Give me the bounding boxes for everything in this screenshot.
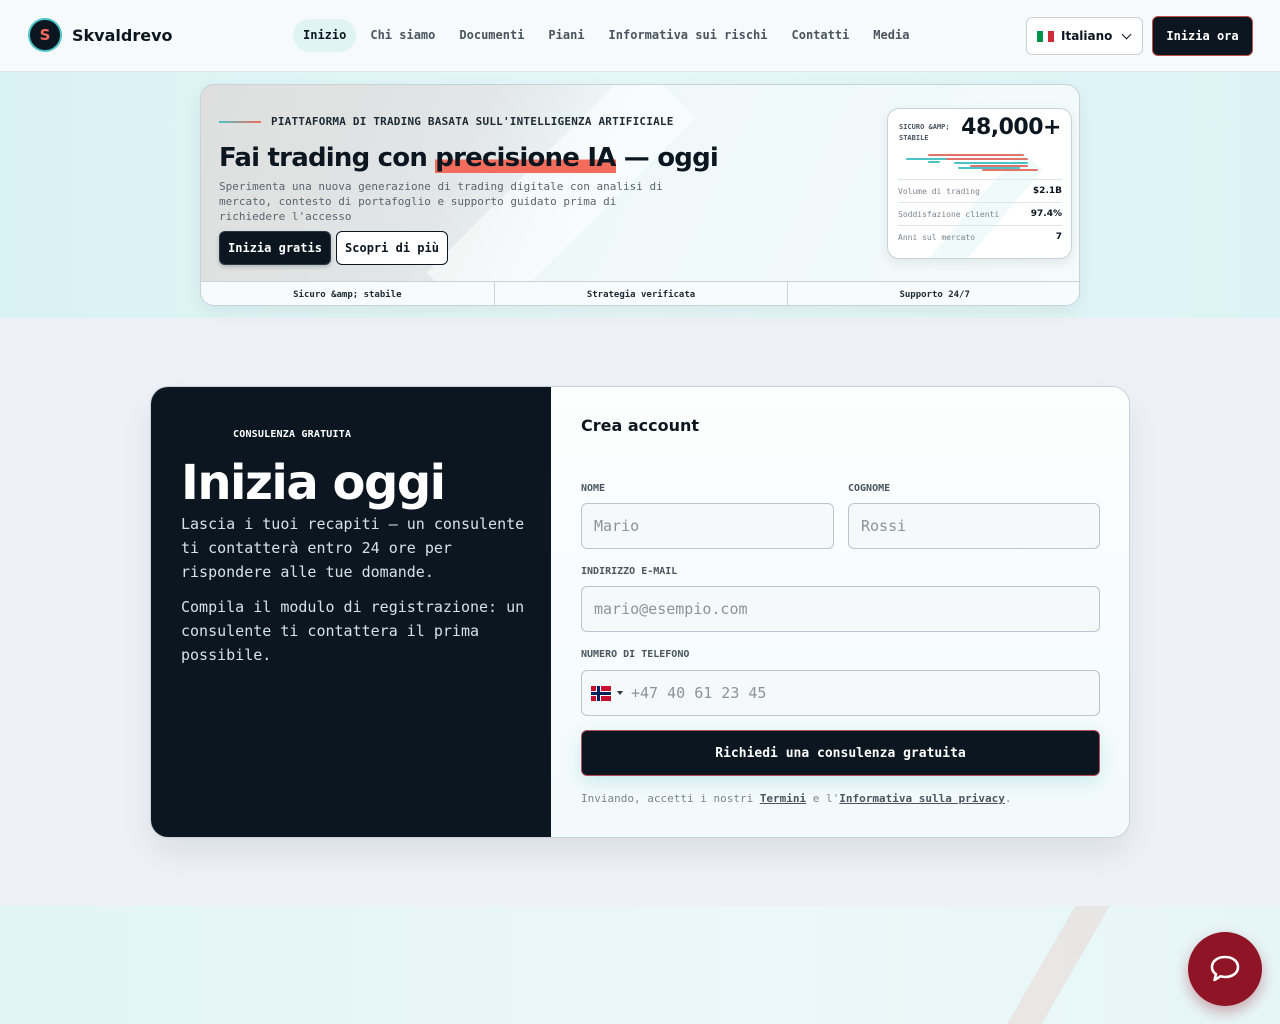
first-name-field[interactable]: [581, 503, 834, 549]
signup-lead-secondary: Compila il modulo di registrazione: un c…: [181, 598, 525, 664]
hero-title-highlight: precisione IA: [435, 143, 616, 173]
stat-key: Anni sul mercato: [898, 232, 976, 242]
chat-bubble-icon: [1210, 955, 1240, 982]
stat-value: 97.4%: [1030, 209, 1062, 219]
nav-item-piani[interactable]: Piani: [538, 19, 594, 52]
hero-card: PIATTAFORMA DI TRADING BASATA SULL'INTEL…: [200, 84, 1080, 306]
submit-consultation-button[interactable]: Richiedi una consulenza gratuita: [581, 730, 1100, 776]
mini-chart-bar: [982, 169, 1038, 171]
stat-row: Anni sul mercato 7: [898, 225, 1062, 248]
mini-chart-bar: [928, 161, 940, 163]
last-name-label: COGNOME: [848, 483, 891, 494]
start-now-button[interactable]: Inizia ora: [1152, 16, 1253, 56]
mini-chart-bar: [954, 162, 1028, 164]
legal-notice: Inviando, accetti i nostri Termini e l'I…: [581, 792, 1012, 805]
nav-item-informativa-rischi[interactable]: Informativa sui rischi: [599, 19, 778, 52]
eyebrow-text: PIATTAFORMA DI TRADING BASATA SULL'INTEL…: [271, 115, 674, 128]
phone-field[interactable]: [631, 684, 1071, 702]
mini-chart-bar: [928, 154, 1024, 156]
hero-feature-tabs: Sicuro &amp; stabile Strategia verificat…: [201, 281, 1079, 305]
signup-section: CONSULENZA GRATUITA Inizia oggi Lascia i…: [150, 386, 1130, 838]
last-name-field[interactable]: [848, 503, 1100, 549]
legal-text: Inviando, accetti i nostri: [581, 792, 760, 805]
stat-row: Volume di trading $2.1B: [898, 179, 1062, 202]
first-name-label: NOME: [581, 483, 606, 494]
hero-description: Sperimenta una nuova generazione di trad…: [219, 180, 663, 223]
chat-button[interactable]: [1188, 932, 1262, 1006]
signup-lead: Lascia i tuoi recapiti — un consulente t…: [181, 515, 525, 581]
nav-item-chi-siamo[interactable]: Chi siamo: [360, 19, 445, 52]
legal-text: e l': [806, 792, 840, 805]
stat-key: Soddisfazione clienti: [898, 209, 1000, 219]
stat-value: 7: [1055, 232, 1062, 242]
brand-name: Skvaldrevo: [72, 25, 173, 45]
mini-chart-bar: [946, 158, 1028, 160]
nav-item-contatti[interactable]: Contatti: [782, 19, 860, 52]
language-label: Italiano: [1061, 29, 1113, 43]
chevron-down-icon: [1121, 29, 1132, 39]
norway-flag-icon[interactable]: [591, 685, 611, 701]
feature-tab-secure[interactable]: Sicuro &amp; stabile: [201, 282, 495, 305]
signup-form-panel: Crea account NOME COGNOME INDIRIZZO E-MA…: [551, 387, 1129, 837]
feature-tab-strategy[interactable]: Strategia verificata: [495, 282, 789, 305]
language-selector[interactable]: Italiano: [1026, 17, 1143, 55]
stat-key: Volume di trading: [898, 186, 980, 196]
email-field[interactable]: [581, 586, 1100, 632]
legal-text: .: [1004, 792, 1012, 805]
phone-field-wrapper: [581, 670, 1100, 716]
country-dropdown-icon[interactable]: [617, 691, 623, 695]
hero-title-pre: Fai trading con: [219, 143, 436, 173]
email-label: INDIRIZZO E-MAIL: [581, 566, 678, 577]
hero-title-post: — oggi: [615, 143, 719, 173]
stats-label: SICURO &AMP; STABILE: [899, 123, 950, 142]
eyebrow-line: [219, 120, 261, 123]
footer-band: [0, 906, 1280, 1024]
signup-kicker: CONSULENZA GRATUITA: [233, 429, 352, 440]
start-free-button[interactable]: Inizia gratis: [219, 231, 331, 265]
decorative-stripe: [999, 906, 1111, 1024]
hero-title: Fai trading con precisione IA — oggi: [219, 143, 719, 173]
form-title: Crea account: [581, 416, 700, 435]
stat-row: Soddisfazione clienti 97.4%: [898, 202, 1062, 225]
privacy-link[interactable]: Informativa sulla privacy: [839, 792, 1005, 805]
main-nav: Inizio Chi siamo Documenti Piani Informa…: [293, 19, 923, 52]
nav-item-media[interactable]: Media: [863, 19, 919, 52]
nav-item-documenti[interactable]: Documenti: [449, 19, 534, 52]
stat-value: $2.1B: [1032, 186, 1062, 196]
italy-flag-icon: [1037, 30, 1055, 42]
stats-big-number: 48,000+: [961, 115, 1061, 140]
brand-logo[interactable]: S Skvaldrevo: [28, 18, 173, 52]
site-header: S Skvaldrevo Inizio Chi siamo Documenti …: [0, 0, 1280, 72]
learn-more-button[interactable]: Scopri di più: [336, 231, 448, 265]
nav-item-inizio[interactable]: Inizio: [293, 19, 357, 52]
terms-link[interactable]: Termini: [760, 792, 806, 805]
mini-chart: [906, 153, 1056, 177]
phone-label: NUMERO DI TELEFONO: [581, 649, 690, 660]
signup-intro-panel: CONSULENZA GRATUITA Inizia oggi Lascia i…: [151, 387, 551, 837]
stats-card: SICURO &AMP; STABILE 48,000+ Volume di t…: [887, 108, 1072, 259]
feature-tab-support[interactable]: Supporto 24/7: [788, 282, 1079, 305]
hero-eyebrow: PIATTAFORMA DI TRADING BASATA SULL'INTEL…: [219, 115, 674, 128]
logo-mark-icon: S: [28, 18, 62, 52]
signup-title: Inizia oggi: [181, 455, 446, 511]
